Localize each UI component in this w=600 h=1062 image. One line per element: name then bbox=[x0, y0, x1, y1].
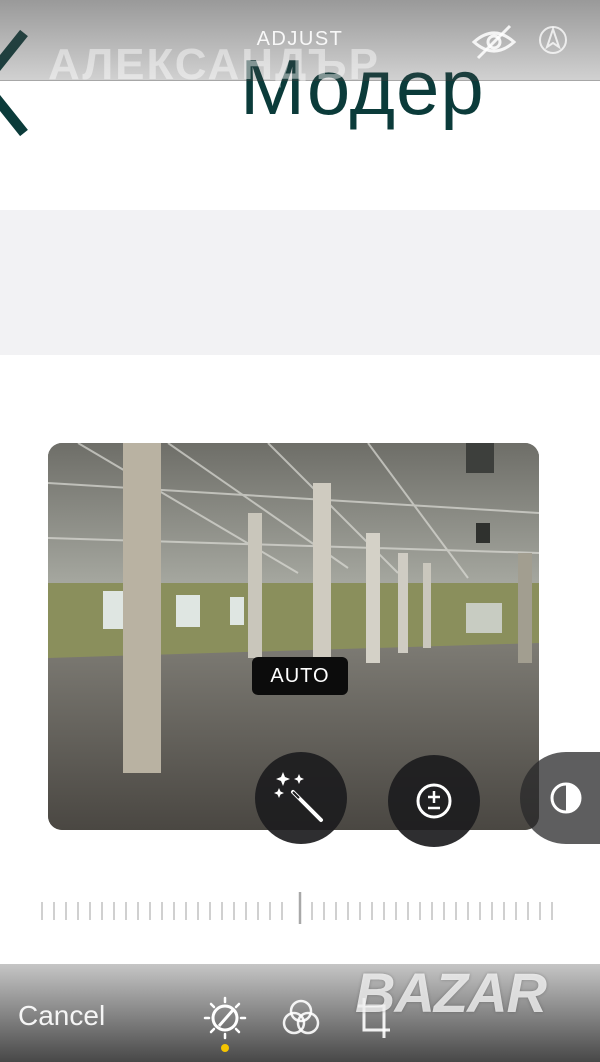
watermark-logo: BAZAR bbox=[355, 961, 547, 1024]
brilliance-tool-button[interactable] bbox=[520, 752, 600, 844]
exposure-tool-button[interactable] bbox=[388, 755, 480, 847]
auto-wand-icon bbox=[274, 772, 323, 822]
cancel-button[interactable]: Cancel bbox=[18, 1000, 105, 1032]
adjustment-slider[interactable] bbox=[38, 890, 568, 930]
active-tab-indicator bbox=[221, 1044, 229, 1052]
auto-badge: AUTO bbox=[252, 657, 348, 695]
auto-tool-button[interactable] bbox=[255, 752, 347, 844]
background-banner bbox=[0, 210, 600, 355]
exposure-icon bbox=[416, 783, 452, 819]
brilliance-icon bbox=[550, 782, 582, 814]
filters-icon[interactable] bbox=[279, 996, 323, 1040]
eye-slash-icon[interactable] bbox=[470, 22, 518, 62]
adjust-icon[interactable] bbox=[203, 996, 247, 1040]
auto-enhance-icon[interactable] bbox=[538, 20, 568, 60]
